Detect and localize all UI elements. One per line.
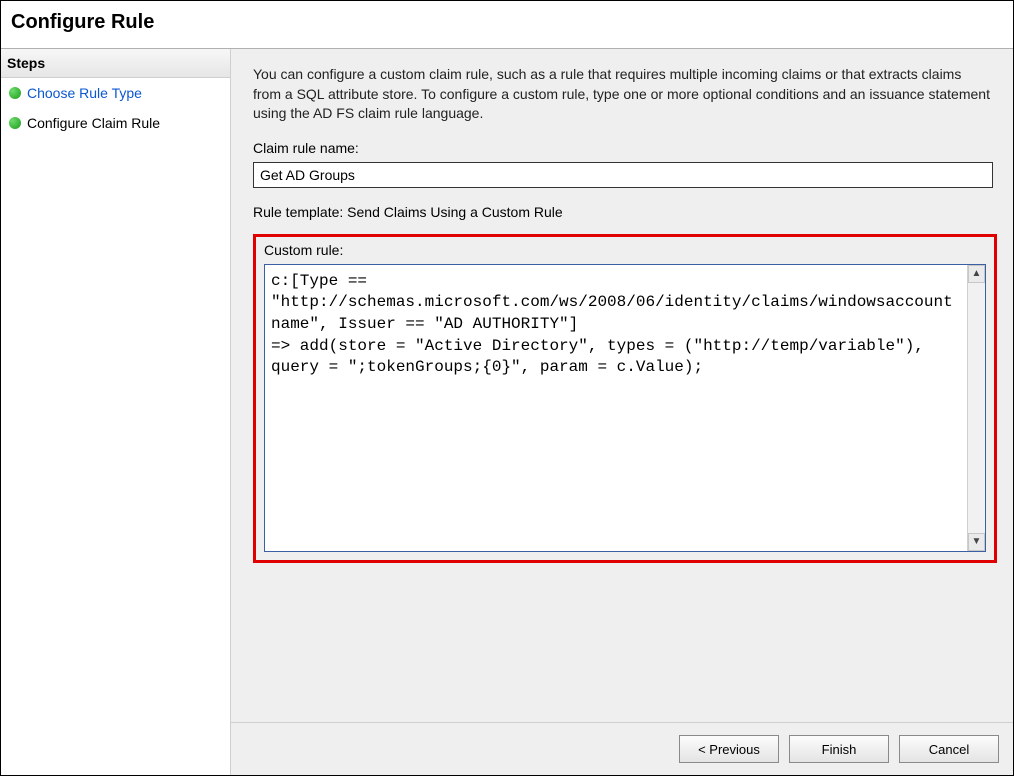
step-label: Configure Claim Rule xyxy=(27,115,160,131)
rule-template-label: Rule template: Send Claims Using a Custo… xyxy=(253,204,997,220)
scroll-up-icon[interactable]: ▲ xyxy=(968,265,985,283)
previous-button[interactable]: < Previous xyxy=(679,735,779,763)
steps-pane: Steps Choose Rule Type Configure Claim R… xyxy=(1,49,231,775)
cancel-button[interactable]: Cancel xyxy=(899,735,999,763)
window-title: Configure Rule xyxy=(1,1,1013,49)
custom-rule-label: Custom rule: xyxy=(264,242,986,258)
custom-rule-textarea[interactable] xyxy=(265,265,967,551)
step-bullet-icon xyxy=(9,117,21,129)
steps-heading: Steps xyxy=(1,49,230,78)
rule-name-label: Claim rule name: xyxy=(253,140,997,156)
rule-name-input[interactable] xyxy=(253,162,993,188)
main-content: You can configure a custom claim rule, s… xyxy=(231,49,1013,722)
step-choose-rule-type[interactable]: Choose Rule Type xyxy=(1,78,230,108)
finish-button[interactable]: Finish xyxy=(789,735,889,763)
custom-rule-container: ▲ ▼ xyxy=(264,264,986,552)
rule-description: You can configure a custom claim rule, s… xyxy=(253,65,993,124)
main-pane: You can configure a custom claim rule, s… xyxy=(231,49,1013,775)
step-configure-claim-rule[interactable]: Configure Claim Rule xyxy=(1,108,230,138)
button-bar: < Previous Finish Cancel xyxy=(231,722,1013,775)
custom-rule-highlight: Custom rule: ▲ ▼ xyxy=(253,234,997,563)
scrollbar[interactable]: ▲ ▼ xyxy=(967,265,985,551)
dialog-body: Steps Choose Rule Type Configure Claim R… xyxy=(1,49,1013,775)
step-label: Choose Rule Type xyxy=(27,85,142,101)
step-bullet-icon xyxy=(9,87,21,99)
scroll-down-icon[interactable]: ▼ xyxy=(968,533,985,551)
